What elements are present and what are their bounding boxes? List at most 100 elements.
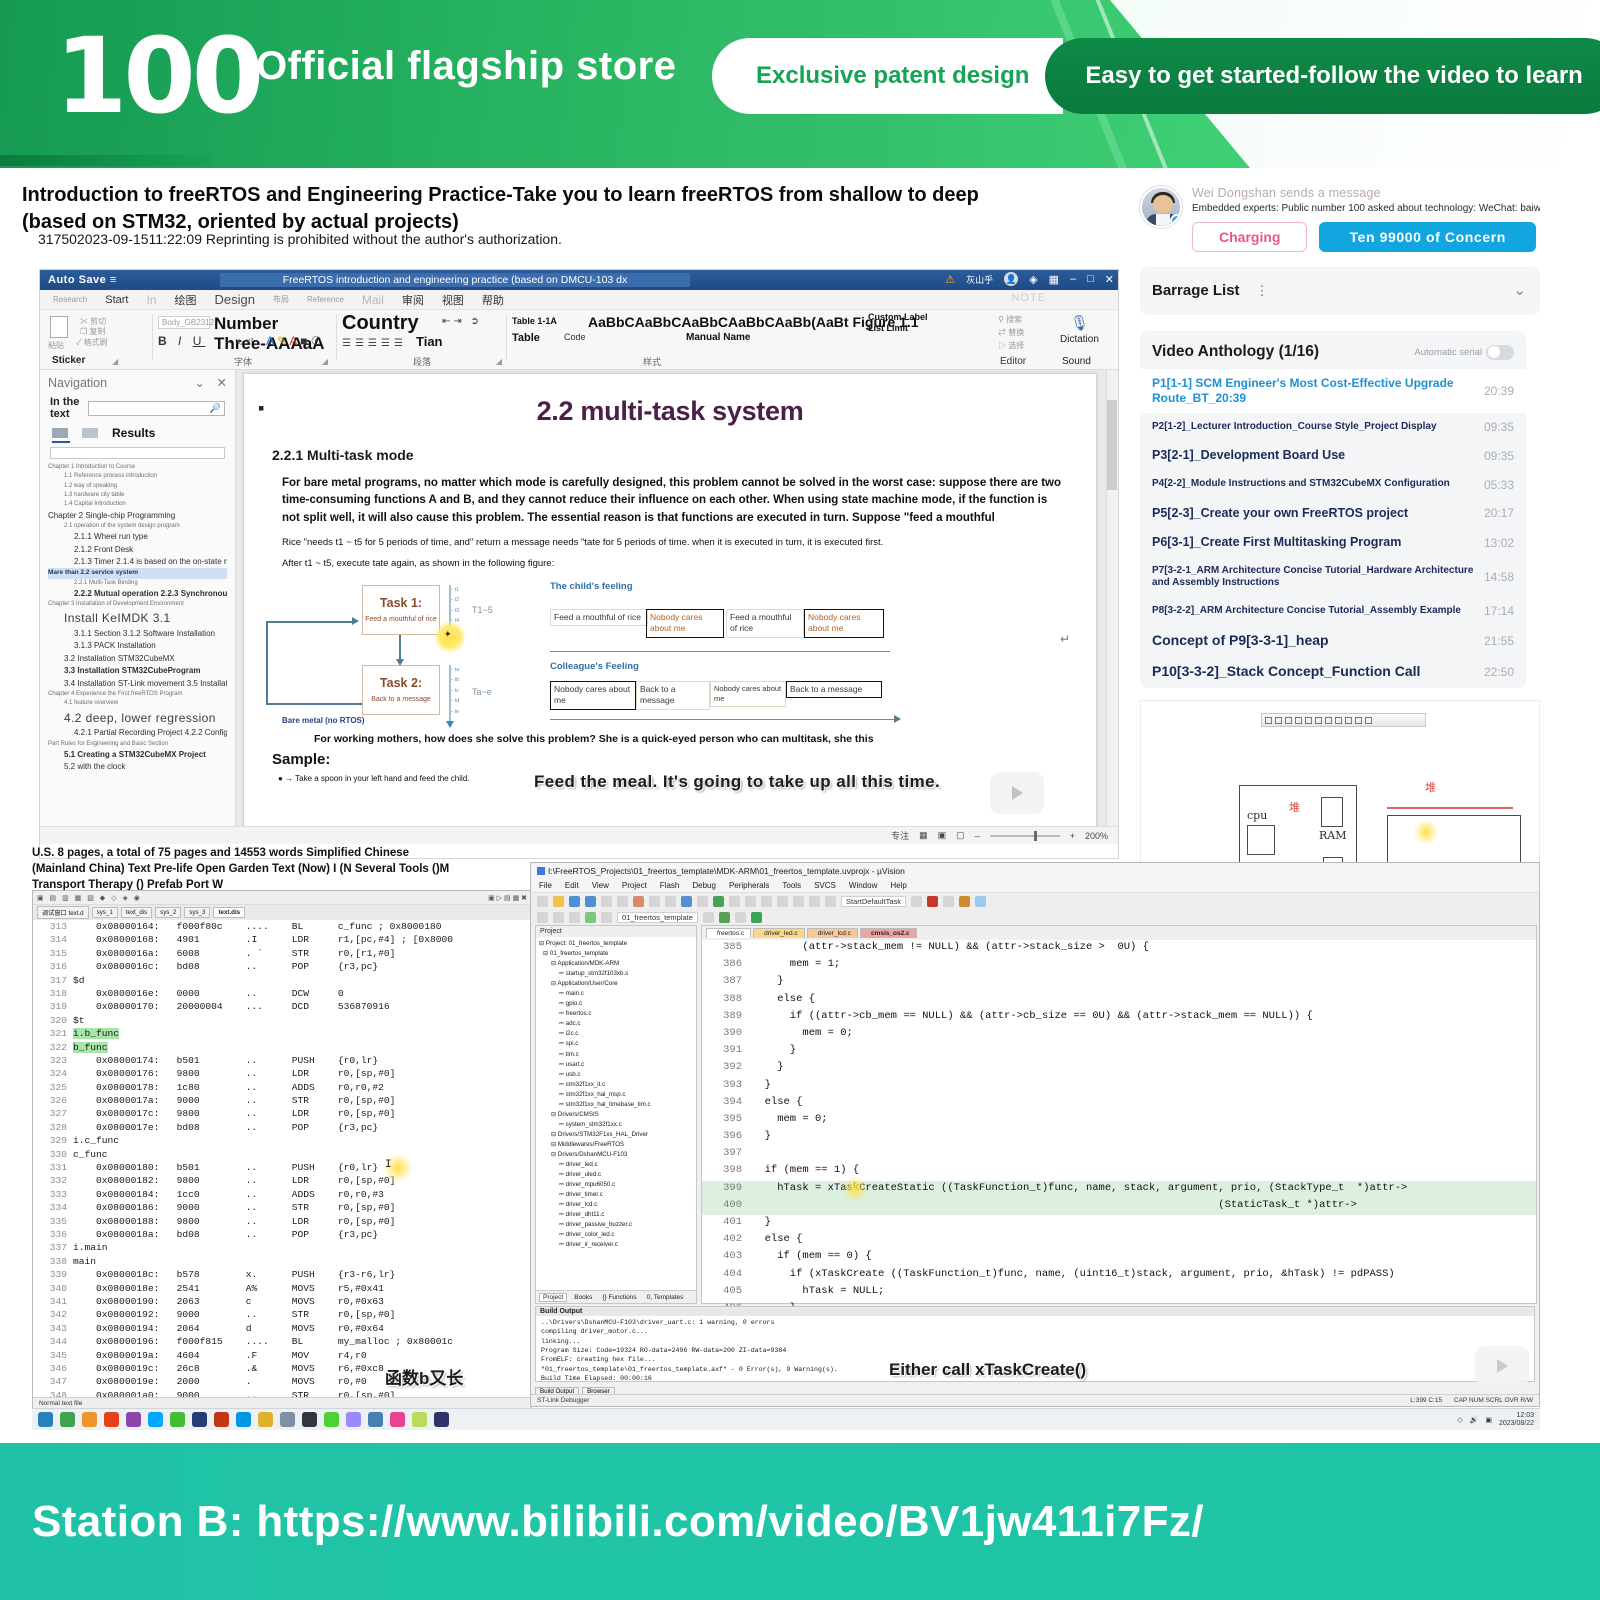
taskbar-start-icon[interactable]: [38, 1412, 53, 1427]
menu-item-start[interactable]: Start: [96, 294, 137, 306]
editor-tab-freertos[interactable]: freertos.c: [706, 928, 752, 938]
format-painter-item[interactable]: ✓ 格式刷: [76, 337, 108, 348]
tab-templates[interactable]: 0, Templates: [644, 1294, 687, 1301]
project-tree-node[interactable]: ⎓ tim.c: [539, 1050, 693, 1060]
download-icon[interactable]: [585, 911, 596, 923]
tab-pages-icon[interactable]: [82, 428, 98, 439]
taskbar-app-icon-1[interactable]: [82, 1412, 97, 1427]
nav-outline-item[interactable]: 1.3 hardware city table: [48, 491, 227, 500]
auto-serial-toggle[interactable]: [1486, 344, 1514, 360]
project-pane[interactable]: Project ⊟ Project: 01_freertos_template ⊟…: [535, 925, 697, 1304]
taskbar-app-icon-8[interactable]: [236, 1412, 251, 1427]
navigation-outline-list[interactable]: Chapter 1 Introduction to Course 1.1 Refe…: [48, 463, 227, 774]
save-all-icon[interactable]: [585, 895, 596, 907]
menu-item-mail[interactable]: Mail: [353, 293, 393, 307]
assembly-line[interactable]: 338 main: [33, 1255, 531, 1268]
paragraph-expander-icon[interactable]: ◢: [496, 357, 502, 366]
project-tree-node[interactable]: ⎓ freertos.c: [539, 1009, 693, 1019]
code-line[interactable]: 386 mem = 1;: [702, 957, 1536, 974]
restore-button[interactable]: □: [1087, 273, 1094, 285]
project-pane-tabs[interactable]: Project Books {} Functions 0, Templates: [536, 1290, 696, 1303]
assembly-line[interactable]: 320 $t: [33, 1014, 531, 1027]
episode-item[interactable]: P5[2-3]_Create your own FreeRTOS project…: [1140, 499, 1526, 529]
clipboard-expander-icon[interactable]: ◢: [112, 357, 118, 366]
assembly-line[interactable]: 314 0x08000168: 4901 .I LDR r1,[pc,#4] ;…: [33, 933, 531, 946]
nav-outline-item[interactable]: 5.2 with the clock: [48, 761, 227, 773]
assembly-line[interactable]: 316 0x0800016c: bd08 .. POP {r3,pc}: [33, 960, 531, 973]
tray-network-icon[interactable]: ◇: [1457, 1416, 1462, 1424]
assembly-line[interactable]: 326 0x0800017a: 9000 .. STR r0,[sp,#0]: [33, 1094, 531, 1107]
asm-toolbar-icons[interactable]: ▣ ▤ ▥ ▦ ▧ ◆ ◇ ◈ ◉: [37, 894, 142, 902]
taskbar-explorer-icon[interactable]: [60, 1412, 75, 1427]
style-table[interactable]: Table: [512, 332, 540, 344]
taskbar-app-icon-7[interactable]: [214, 1412, 229, 1427]
save-icon[interactable]: [569, 895, 580, 907]
tab-books[interactable]: Books: [571, 1294, 595, 1301]
taskbar-app-icon-2[interactable]: [104, 1412, 119, 1427]
code-line[interactable]: 397: [702, 1146, 1536, 1163]
menu-item-design[interactable]: Design: [206, 292, 264, 307]
assembly-line[interactable]: 323 0x08000174: b501 .. PUSH {r0,lr}: [33, 1054, 531, 1067]
indent-icon[interactable]: [777, 895, 788, 907]
asm-tab-4[interactable]: sys_3: [184, 907, 211, 918]
nav-outline-item[interactable]: 2.1.1 Wheel run type: [48, 531, 227, 543]
books-icon[interactable]: [734, 911, 746, 923]
project-target-selector[interactable]: 01_freertos_template: [617, 911, 698, 923]
document-scroll-thumb[interactable]: [1107, 400, 1117, 490]
keil-menu-window[interactable]: Window: [849, 881, 877, 890]
taskbar-tray[interactable]: ◇ 🔊 ▣ 12:03 2023/08/22: [1457, 1412, 1534, 1427]
assembly-line[interactable]: 330 c_func: [33, 1148, 531, 1161]
stop-build-icon[interactable]: [601, 911, 612, 923]
keil-menu-tools[interactable]: Tools: [782, 881, 801, 890]
debug-icon[interactable]: [943, 895, 955, 907]
nav-outline-item[interactable]: 2.2.1 Multi-Task Binding: [48, 579, 227, 588]
assembly-line[interactable]: 327 0x0800017c: 9800 .. LDR r0,[sp,#0]: [33, 1107, 531, 1120]
assembly-line[interactable]: 332 0x08000182: 9800 .. LDR r0,[sp,#0]: [33, 1174, 531, 1187]
project-tree-node[interactable]: ⊟ Drivers/CMSIS: [539, 1110, 693, 1120]
rebuild-icon[interactable]: [569, 911, 580, 923]
code-line[interactable]: 398 if (mem == 1) {: [702, 1163, 1536, 1180]
close-button[interactable]: ✕: [1105, 273, 1114, 286]
code-line[interactable]: 405 hTask = NULL;: [702, 1284, 1536, 1301]
episode-item[interactable]: P4[2-2]_Module Instructions and STM32Cub…: [1140, 471, 1526, 499]
assembly-line[interactable]: 317 $d: [33, 974, 531, 987]
assembly-line[interactable]: 337 i.main: [33, 1241, 531, 1254]
code-line[interactable]: 401 }: [702, 1215, 1536, 1232]
assembly-line[interactable]: 342 0x08000192: 9000 .. STR r0,[sp,#0]: [33, 1308, 531, 1321]
nav-outline-item[interactable]: 1.2 way of speaking: [48, 482, 227, 491]
keil-toolbar-2[interactable]: 01_freertos_template: [531, 909, 1539, 925]
view-web-icon[interactable]: ▢: [956, 830, 965, 841]
taskbar-app-icon-4[interactable]: [148, 1412, 163, 1427]
code-line[interactable]: 385 (attr->stack_mem != NULL) && (attr->…: [702, 940, 1536, 957]
font-effects-buttons[interactable]: ↔ x₂ x²: [224, 336, 254, 346]
windows-taskbar[interactable]: ◇ 🔊 ▣ 12:03 2023/08/22: [32, 1408, 1540, 1430]
nav-outline-item[interactable]: Mare than 2.2 service system: [48, 568, 227, 579]
project-tree-node[interactable]: ⎓ system_stm32f1xx.c: [539, 1120, 693, 1130]
project-tree-node[interactable]: ⎓ driver_passive_buzzer.c: [539, 1220, 693, 1230]
assembly-line[interactable]: 335 0x08000188: 9800 .. LDR r0,[sp,#0]: [33, 1215, 531, 1228]
nav-outline-item[interactable]: 3.1.3 PACK Installation: [48, 640, 227, 652]
select-item[interactable]: ▷ 选择: [998, 340, 1024, 351]
target-selector[interactable]: StartDefaultTask: [841, 895, 907, 907]
menu-item-help[interactable]: 帮助: [473, 292, 513, 308]
document-vertical-scrollbar[interactable]: [1106, 370, 1118, 844]
asm-tab-bar[interactable]: 调试窗口 text.d sys_1 text_dis sys_2 sys_3 t…: [33, 905, 531, 920]
code-line[interactable]: 388 else {: [702, 992, 1536, 1009]
nav-outline-item[interactable]: 2.1.3 Timer 2.1.4 is based on the on-sta…: [48, 556, 227, 568]
code-line[interactable]: 387 }: [702, 974, 1536, 991]
font-color-buttons[interactable]: A ✎ A ■ ☉: [266, 334, 321, 348]
project-tree-node[interactable]: ⎓ stm32f1xx_hal_timebase_tim.c: [539, 1100, 693, 1110]
code-line[interactable]: 390 mem = 0;: [702, 1026, 1536, 1043]
menu-item-layout[interactable]: 布局: [264, 294, 298, 305]
font-name-box[interactable]: Body_GB2312: [158, 316, 214, 329]
project-tree-node[interactable]: ⎓ driver_ir_receiver.c: [539, 1240, 693, 1250]
nav-outline-item[interactable]: Chapter 4 Experience the First freeRTOS …: [48, 690, 227, 699]
menu-item-reference[interactable]: Reference: [298, 295, 353, 304]
keil-menu-edit[interactable]: Edit: [565, 881, 579, 890]
editor-tab-driver-lcd[interactable]: driver_lcd.c: [806, 928, 858, 938]
redo-icon[interactable]: [665, 895, 676, 907]
project-tree-node[interactable]: ⎓ driver_timer.c: [539, 1190, 693, 1200]
nav-outline-item[interactable]: 2.1.2 Front Desk: [48, 544, 227, 556]
custom-label-list-limit[interactable]: Custom Label List Limit: [868, 312, 932, 335]
document-scroll-area[interactable]: ▪ 2.2 multi-task system 2.2.1 Multi-task…: [236, 370, 1118, 844]
